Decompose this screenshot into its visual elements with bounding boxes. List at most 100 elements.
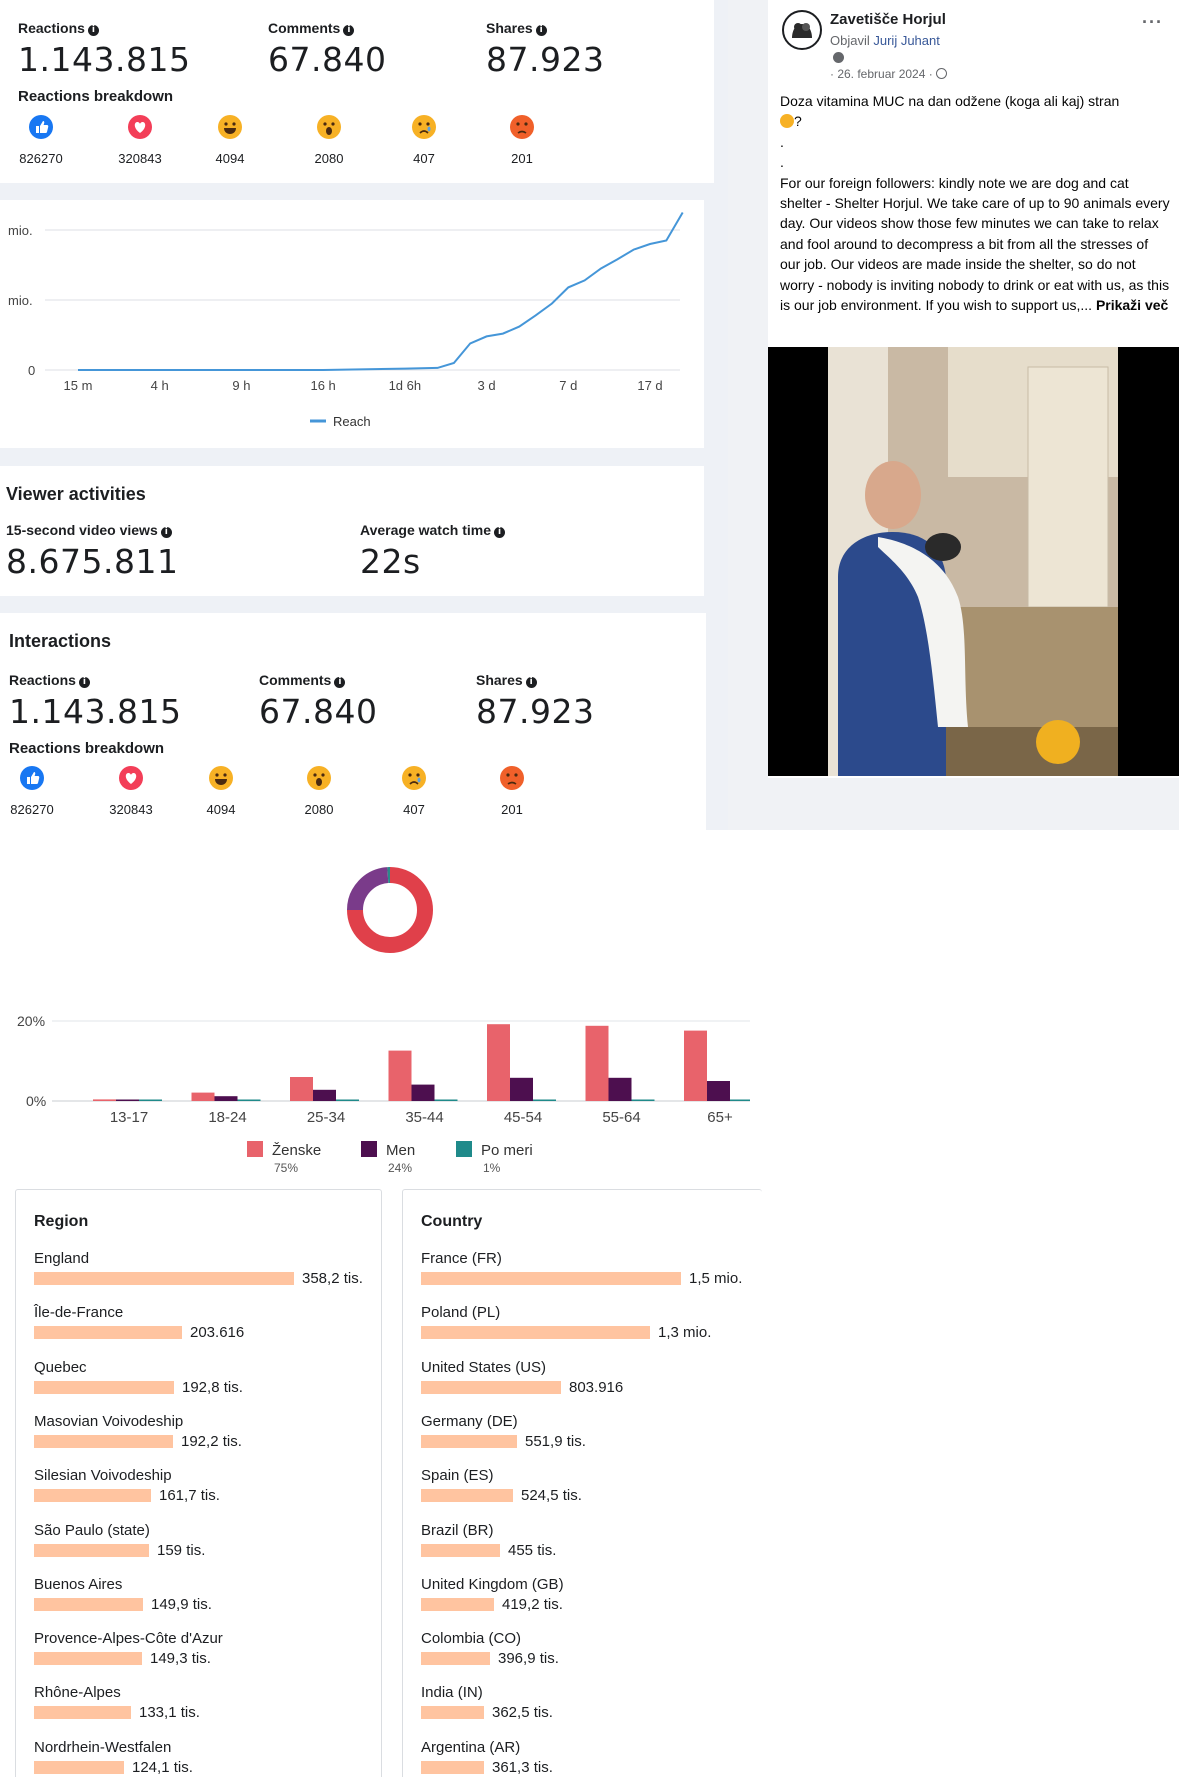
reach-series-line xyxy=(78,211,684,371)
bar-po-meri xyxy=(139,1099,162,1101)
item-name: Quebec xyxy=(34,1358,87,1376)
post-text-dot: . xyxy=(780,133,784,150)
video-views-label: 15-second video views i xyxy=(6,522,172,538)
item-name: Spain (ES) xyxy=(421,1467,494,1485)
y-tick-label: 0 xyxy=(28,363,35,378)
list-item: Poland (PL) 1,3 mio. xyxy=(421,1304,762,1358)
item-value: 362,5 tis. xyxy=(492,1704,553,1722)
item-name: Argentina (AR) xyxy=(421,1738,521,1756)
item-value: 524,5 tis. xyxy=(521,1487,582,1505)
bar-men xyxy=(313,1089,336,1101)
y-tick-label: mio. xyxy=(8,293,33,308)
info-icon[interactable]: i xyxy=(493,527,505,538)
legend-item[interactable]: Men 24% xyxy=(361,1141,415,1175)
like-icon xyxy=(19,765,45,791)
reaction-count: 320843 xyxy=(109,802,153,817)
page-avatar[interactable] xyxy=(782,10,822,50)
sad-icon xyxy=(401,765,427,791)
item-bar xyxy=(421,1543,500,1557)
item-value: 358,2 tis. xyxy=(302,1270,363,1287)
bar-po-meri xyxy=(631,1099,655,1101)
x-tick-label: 4 h xyxy=(151,378,169,393)
bar-po-meri xyxy=(730,1099,750,1101)
list-item: Argentina (AR) 361,3 tis. xyxy=(421,1739,762,1777)
item-bar xyxy=(34,1489,151,1503)
interactions-title: Interactions xyxy=(9,631,112,651)
legend-item[interactable]: Ženske 75% xyxy=(247,1141,321,1175)
reactions-value: 1.143.815 xyxy=(9,692,182,731)
bar-ženske xyxy=(290,1077,313,1101)
item-bar xyxy=(34,1706,131,1720)
list-item: France (FR) 1,5 mio. xyxy=(421,1250,762,1304)
info-icon[interactable]: i xyxy=(78,677,90,688)
love-icon xyxy=(127,114,153,140)
legend-percent: 75% xyxy=(274,1161,299,1175)
bar-ženske xyxy=(684,1030,707,1101)
shares-value: 87.923 xyxy=(476,692,595,731)
item-bar xyxy=(421,1652,490,1666)
page-name[interactable]: Zavetišče Horjul xyxy=(830,11,946,28)
bar-po-meri xyxy=(533,1099,556,1101)
comments-label: Comments i xyxy=(259,672,346,688)
info-icon[interactable]: i xyxy=(343,25,355,36)
viewer-activities-title: Viewer activities xyxy=(6,484,146,504)
info-icon[interactable]: i xyxy=(334,677,346,688)
bar-men xyxy=(214,1096,238,1101)
comments-value: 67.840 xyxy=(268,40,387,79)
info-icon[interactable]: i xyxy=(525,677,537,688)
item-bar xyxy=(34,1272,294,1285)
info-icon[interactable]: i xyxy=(87,25,99,36)
reaction-count: 201 xyxy=(511,151,533,166)
donut-slice-men xyxy=(347,867,389,911)
legend-swatch xyxy=(361,1141,377,1157)
reaction-count: 320843 xyxy=(118,151,162,166)
item-bar xyxy=(34,1326,182,1340)
comments-value: 67.840 xyxy=(259,692,378,731)
item-bar xyxy=(34,1380,174,1394)
post-text: Doza vitamina MUC na dan odžene (koga al… xyxy=(780,91,1172,315)
list-item: India (IN) 362,5 tis. xyxy=(421,1684,762,1738)
list-item: Brazil (BR) 455 tis. xyxy=(421,1522,762,1576)
post-text-body: For our foreign followers: kindly note w… xyxy=(780,174,1170,314)
see-more-link[interactable]: Prikaži več xyxy=(1096,297,1168,313)
bar-men xyxy=(707,1081,730,1101)
bar-ženske xyxy=(191,1092,215,1101)
post-video[interactable] xyxy=(768,347,1179,776)
y-tick-label: 20% xyxy=(17,1013,45,1029)
reactions-breakdown-title: Reactions breakdown xyxy=(18,88,174,105)
bar-ženske xyxy=(585,1025,609,1101)
item-bar xyxy=(34,1434,173,1448)
info-icon[interactable]: i xyxy=(160,527,172,538)
shares-label: Shares i xyxy=(486,20,547,36)
item-bar xyxy=(34,1652,142,1666)
shelter-logo-icon xyxy=(785,13,819,47)
post-date: · 26. februar 2024 · xyxy=(830,67,948,81)
x-tick-label: 7 d xyxy=(559,378,577,393)
more-options-icon[interactable]: ··· xyxy=(1142,12,1163,33)
item-bar xyxy=(421,1326,650,1340)
interactions-panel: Interactions Reactions i 1.143.815 Commen… xyxy=(0,613,706,830)
legend-item[interactable]: Po meri 1% xyxy=(456,1141,533,1175)
author-link[interactable]: Jurij Juhant xyxy=(873,33,939,48)
post-text-line1: Doza vitamina MUC na dan odžene (koga al… xyxy=(780,93,1120,109)
region-title: Region xyxy=(34,1213,89,1230)
legend-percent: 24% xyxy=(388,1161,413,1175)
reaction-count: 407 xyxy=(413,151,435,166)
list-item: Nordrhein-Westfalen 124,1 tis. xyxy=(34,1739,381,1777)
item-bar xyxy=(34,1760,124,1774)
reaction-count: 826270 xyxy=(10,802,54,817)
haha-icon xyxy=(217,114,243,140)
globe-icon xyxy=(936,68,948,79)
item-name: Île-de-France xyxy=(34,1304,124,1322)
item-name: United Kingdom (GB) xyxy=(421,1575,564,1593)
sad-icon xyxy=(411,114,437,140)
item-name: Germany (DE) xyxy=(421,1412,518,1430)
x-tick-label: 55-64 xyxy=(602,1109,640,1126)
list-item: England 358,2 tis. xyxy=(34,1250,381,1304)
angry-icon xyxy=(509,114,535,140)
region-card: Region England 358,2 tis. Île-de-France 203… xyxy=(15,1189,382,1777)
legend-percent: 1% xyxy=(483,1161,501,1175)
list-item: Masovian Voivodeship 192,2 tis. xyxy=(34,1413,381,1467)
item-value: 192,8 tis. xyxy=(182,1378,243,1396)
info-icon[interactable]: i xyxy=(535,25,547,36)
